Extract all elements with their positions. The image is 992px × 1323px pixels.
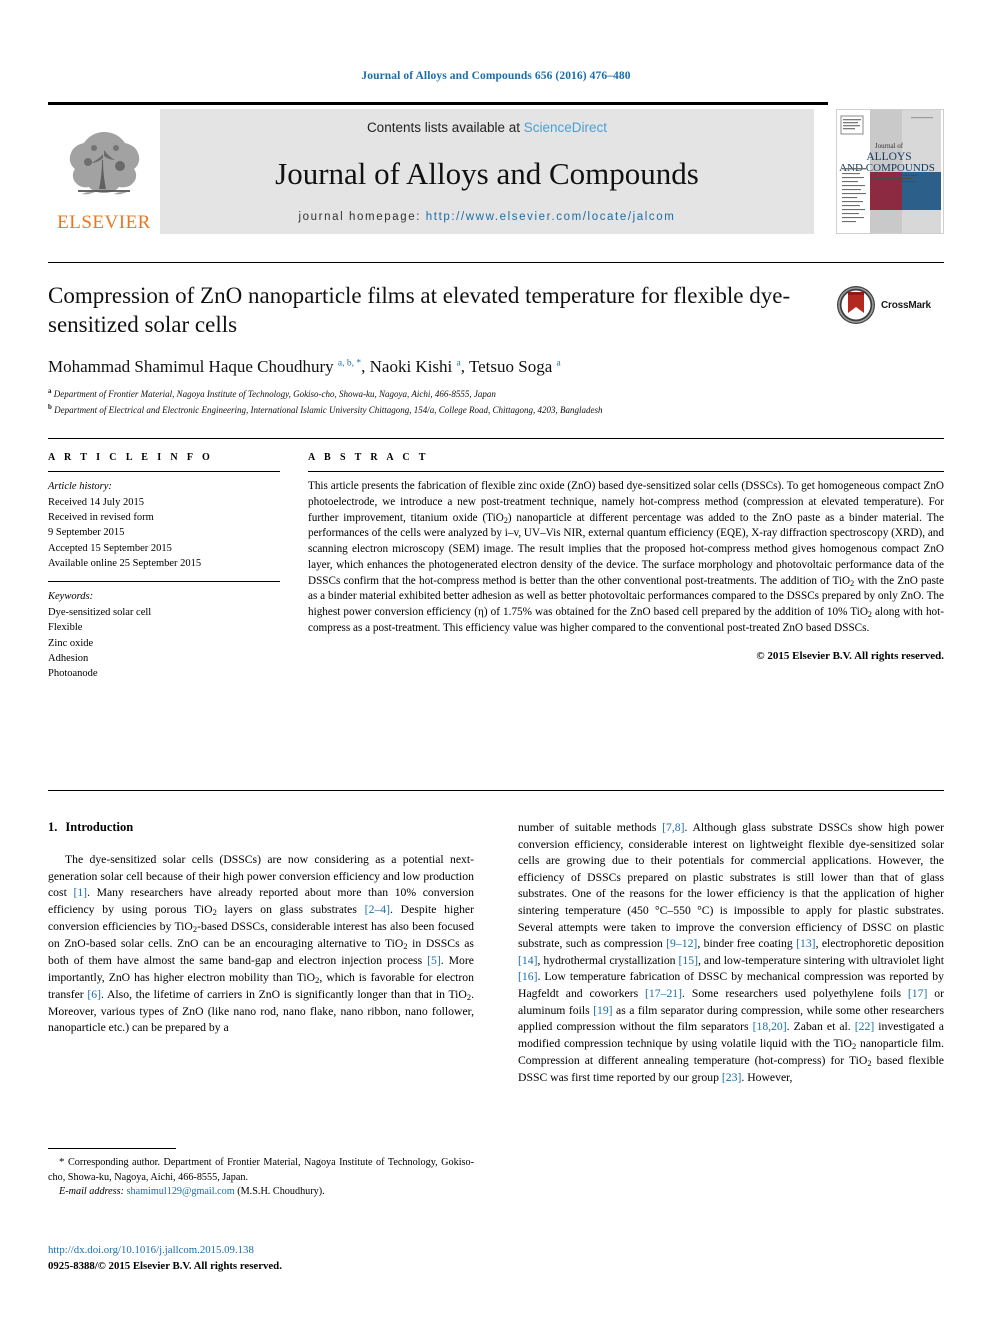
svg-text:Journal of: Journal of bbox=[875, 142, 904, 150]
footnote-rule bbox=[48, 1148, 176, 1149]
article-history-label: Article history: bbox=[48, 481, 112, 492]
journal-cover-thumbnail: Journal of ALLOYS AND COMPOUNDS bbox=[836, 109, 944, 234]
abstract-text: This article presents the fabrication of… bbox=[308, 480, 944, 635]
doi-link[interactable]: http://dx.doi.org/10.1016/j.jallcom.2015… bbox=[48, 1243, 474, 1259]
keywords-rule bbox=[48, 581, 280, 583]
affiliation-b: b Department of Electrical and Electroni… bbox=[48, 403, 603, 416]
body-columns: 1. Introduction The dye-sensitized solar … bbox=[48, 820, 944, 1087]
issn-copyright-line: 0925-8388/© 2015 Elsevier B.V. All right… bbox=[48, 1259, 282, 1272]
contents-available-line: Contents lists available at ScienceDirec… bbox=[367, 120, 607, 135]
corresponding-author-footnote: * Corresponding author. Department of Fr… bbox=[48, 1148, 474, 1200]
history-item: Accepted 15 September 2015 bbox=[48, 542, 172, 554]
elsevier-wordmark: ELSEVIER bbox=[57, 212, 151, 233]
abstract-rule bbox=[308, 471, 944, 472]
title-block: CrossMark Compression of ZnO nanoparticl… bbox=[48, 282, 944, 418]
intro-paragraph-right: number of suitable methods [7,8]. Althou… bbox=[518, 821, 944, 1085]
keyword-item: Dye-sensitized solar cell bbox=[48, 607, 152, 619]
masthead-top-rule bbox=[48, 102, 828, 105]
paper-page: Journal of Alloys and Compounds 656 (201… bbox=[0, 0, 992, 1323]
corresponding-author-text: * Corresponding author. Department of Fr… bbox=[48, 1156, 474, 1183]
history-item: Received 14 July 2015 bbox=[48, 496, 144, 508]
article-info-heading: A R T I C L E I N F O bbox=[48, 452, 214, 463]
body-top-rule bbox=[48, 790, 944, 791]
sciencedirect-link[interactable]: ScienceDirect bbox=[524, 120, 607, 135]
affiliation-a-text: Department of Frontier Material, Nagoya … bbox=[53, 388, 496, 399]
crossmark-label: CrossMark bbox=[881, 299, 931, 311]
affiliation-b-text: Department of Electrical and Electronic … bbox=[54, 405, 603, 416]
article-info-column: A R T I C L E I N F O Article history: R… bbox=[48, 452, 308, 682]
homepage-url-link[interactable]: http://www.elsevier.com/locate/jalcom bbox=[426, 211, 676, 223]
crossmark-icon bbox=[837, 286, 875, 324]
page-title: Compression of ZnO nanoparticle films at… bbox=[48, 283, 791, 337]
keywords-label: Keywords: bbox=[48, 591, 94, 603]
journal-masthead: ELSEVIER Contents lists available at Sci… bbox=[48, 102, 944, 234]
elsevier-logo: ELSEVIER bbox=[48, 109, 160, 234]
author-list: Mohammad Shamimul Haque Choudhury a, b, … bbox=[48, 356, 561, 376]
crossmark-badge[interactable]: CrossMark bbox=[836, 282, 944, 328]
cover-art: Journal of ALLOYS AND COMPOUNDS bbox=[837, 110, 941, 233]
body-column-left: 1. Introduction The dye-sensitized solar … bbox=[48, 820, 474, 1087]
section-number: 1. bbox=[48, 820, 58, 834]
article-info-rule bbox=[48, 471, 280, 472]
elsevier-tree-icon bbox=[69, 132, 140, 195]
abstract-top-rule bbox=[48, 438, 944, 439]
journal-homepage-line: journal homepage: http://www.elsevier.co… bbox=[299, 211, 676, 223]
email-label: E-mail address: bbox=[59, 1186, 124, 1198]
email-line: E-mail address: shamimul129@gmail.com (M… bbox=[48, 1185, 474, 1199]
history-item: 9 September 2015 bbox=[48, 527, 125, 539]
section-title: Introduction bbox=[65, 820, 134, 834]
journal-title: Journal of Alloys and Compounds bbox=[275, 155, 699, 191]
masthead-bottom-rule bbox=[48, 262, 944, 263]
contents-prefix: Contents lists available at bbox=[366, 120, 524, 135]
keyword-item: Photoanode bbox=[48, 668, 98, 680]
history-item: Received in revised form bbox=[48, 512, 154, 524]
keyword-item: Zinc oxide bbox=[48, 637, 94, 649]
section-heading-introduction: 1. Introduction bbox=[48, 820, 474, 835]
masthead-center-panel: Contents lists available at ScienceDirec… bbox=[160, 109, 814, 234]
footer-identifiers: http://dx.doi.org/10.1016/j.jallcom.2015… bbox=[48, 1243, 474, 1274]
keyword-item: Adhesion bbox=[48, 653, 89, 665]
keyword-item: Flexible bbox=[48, 622, 83, 634]
email-suffix: (M.S.H. Choudhury). bbox=[237, 1186, 325, 1198]
email-link[interactable]: shamimul129@gmail.com bbox=[127, 1186, 235, 1197]
abstract-heading: A B S T R A C T bbox=[308, 452, 429, 463]
intro-paragraph-left: The dye-sensitized solar cells (DSSCs) a… bbox=[48, 853, 475, 1035]
affiliation-a: a Department of Frontier Material, Nagoy… bbox=[48, 386, 496, 399]
body-column-right: number of suitable methods [7,8]. Althou… bbox=[518, 820, 944, 1087]
history-item: Available online 25 September 2015 bbox=[48, 558, 202, 570]
abstract-copyright: © 2015 Elsevier B.V. All rights reserved… bbox=[756, 649, 944, 662]
info-abstract-row: A R T I C L E I N F O Article history: R… bbox=[48, 452, 944, 682]
homepage-label: journal homepage: bbox=[298, 211, 426, 223]
abstract-column: A B S T R A C T This article presents th… bbox=[308, 452, 944, 682]
running-head: Journal of Alloys and Compounds 656 (201… bbox=[361, 70, 631, 82]
